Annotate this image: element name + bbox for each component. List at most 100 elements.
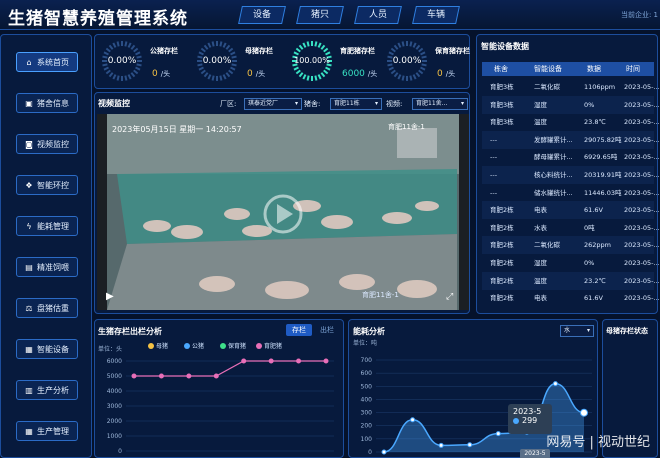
table-cell: 2023-05-... (624, 135, 660, 144)
stat-value: 0 (152, 69, 158, 79)
energy-chart-title: 能耗分析 (353, 327, 385, 336)
tab-outflow[interactable]: 出栏 (314, 324, 340, 336)
data-point (552, 381, 558, 387)
y-tick-label: 1000 (107, 433, 122, 440)
ring-tick (302, 74, 307, 80)
ring-tick (105, 47, 111, 53)
ring-tick (112, 42, 117, 48)
chevron-down-icon: ▾ (460, 100, 464, 107)
camera-select[interactable]: 育肥11舍... ▾ (412, 98, 468, 110)
topnav-equipment[interactable]: 设备 (238, 6, 286, 24)
topnav-staff[interactable]: 人员 (354, 6, 402, 24)
ring-tick (133, 47, 139, 53)
ring-tick (200, 47, 206, 53)
data-point (467, 442, 473, 448)
energy-tooltip: 2023-5 299 (508, 404, 552, 434)
play-icon[interactable]: ▶ (106, 291, 114, 302)
table-cell: 温度 (534, 118, 547, 127)
sidebar-item-3[interactable]: ❖ 智能环控 (16, 175, 78, 195)
ring-tick (418, 69, 424, 75)
table-cell: 29075.82吨 (584, 135, 622, 144)
table-row: --- 酵母罐累计... 6929.65吨 2023-05-... (482, 148, 660, 166)
ring-tick (390, 47, 396, 53)
table-cell: --- (490, 153, 498, 162)
sidebar-item-label: 猪舍信息 (37, 98, 69, 108)
table-cell: 0% (584, 100, 595, 109)
ring-tick (306, 75, 310, 81)
data-point (381, 449, 387, 455)
sidebar-item-5[interactable]: ▤ 精准饲喂 (16, 257, 78, 277)
video-player[interactable] (97, 114, 469, 310)
y-tick-label: 0 (118, 448, 122, 455)
data-point (296, 358, 302, 364)
sidebar-item-7[interactable]: ▦ 智能设备 (16, 339, 78, 359)
ring-tick (127, 74, 132, 80)
video-frame (97, 114, 469, 310)
ring-tick (124, 75, 128, 81)
ring-tick (295, 69, 301, 75)
header-time: 时间 (626, 65, 640, 73)
ring-tick (112, 74, 117, 80)
fullscreen-icon[interactable]: ⤢ (446, 292, 453, 302)
tooltip-value: 299 (522, 416, 538, 425)
ring-tick (388, 66, 394, 71)
sidebar-item-9[interactable]: ▦ 生产管理 (16, 421, 78, 441)
table-cell: 2023-05-... (624, 241, 660, 250)
table-cell: 育肥2栋 (490, 276, 514, 285)
stat-value: 0 (247, 69, 253, 79)
tab-stock[interactable]: 存栏 (286, 324, 312, 336)
stat-label: 保育猪存栏 (435, 47, 470, 55)
sidebar-item-0[interactable]: ⌂ 系统首页 (16, 52, 78, 72)
ring-tick (225, 44, 231, 50)
ring-tick (317, 74, 322, 80)
sidebar-item-label: 能耗管理 (37, 221, 69, 231)
sidebar-item-8[interactable]: ▥ 生产分析 (16, 380, 78, 400)
ring-tick (397, 74, 402, 80)
sidebar-item-1[interactable]: ▣ 猪舍信息 (16, 93, 78, 113)
ring-tick (198, 51, 204, 56)
ring-tick (298, 72, 304, 78)
stat-value-group: 0/头 (152, 61, 170, 80)
sidebar-item-2[interactable]: ◙ 视频监控 (16, 134, 78, 154)
table-cell: --- (490, 171, 498, 179)
ring-tick (409, 75, 413, 81)
factory-label: 厂区: (220, 100, 237, 108)
current-enterprise[interactable]: 当前企业: 1 (621, 10, 658, 20)
app-title: 生猪智慧养殖管理系统 (8, 9, 188, 29)
factory-select[interactable]: 琪泰近党厂 ▾ (244, 98, 302, 110)
barn-select[interactable]: 育肥11栋 ▾ (330, 98, 382, 110)
table-cell: 2023-05-... (624, 118, 660, 127)
table-row: 育肥3栋 二氧化碳 1106ppm 2023-05-... (482, 78, 660, 96)
table-cell: 2023-05-... (624, 171, 660, 179)
ring-tick (228, 69, 234, 75)
y-tick-label: 500 (361, 383, 373, 390)
stat-value-group: 0/头 (247, 61, 265, 80)
ring-tick (225, 72, 231, 78)
table-row: 育肥2栋 电表 61.6V 2023-05-... (482, 289, 660, 307)
table-cell: 湿度 (534, 100, 547, 109)
y-tick-label: 4000 (107, 388, 122, 395)
ring-tick (306, 41, 310, 47)
camera-icon: ◙ (25, 139, 33, 149)
data-point (241, 358, 247, 364)
ring-tick (198, 66, 204, 71)
ring-tick (108, 72, 114, 78)
ring-tick (222, 74, 227, 80)
sidebar-item-4[interactable]: ϟ 能耗管理 (16, 216, 78, 236)
ring-tick (397, 42, 402, 48)
ring-tick (320, 44, 326, 50)
table-row: 育肥2栋 电表 61.6V 2023-05-... (482, 201, 660, 220)
table-cell: 电表 (534, 206, 547, 215)
energy-type-select[interactable]: 水 ▾ (560, 325, 594, 337)
table-cell: 61.6V (584, 294, 603, 303)
table-cell: 二氧化碳 (534, 83, 560, 91)
stat-percent: 0.00% (202, 56, 232, 66)
sidebar-item-6[interactable]: ⚖ 盘猪估重 (16, 298, 78, 318)
y-tick-label: 300 (361, 410, 373, 417)
table-row: 育肥2栋 温度 23.2℃ 2023-05-... (482, 271, 660, 290)
topnav-pigs[interactable]: 猪只 (296, 6, 344, 24)
data-point (495, 431, 501, 437)
y-tick-label: 5000 (107, 373, 122, 380)
table-cell: 262ppm (584, 241, 611, 250)
topnav-vehicles[interactable]: 车辆 (412, 6, 460, 24)
